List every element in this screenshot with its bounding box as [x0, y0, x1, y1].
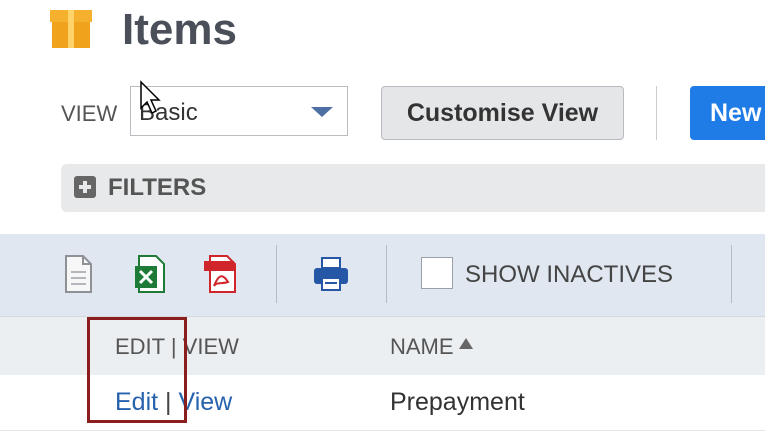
divider [731, 245, 732, 303]
plus-icon[interactable] [74, 176, 96, 198]
mouse-cursor-icon [140, 80, 161, 115]
chevron-down-icon [311, 107, 333, 117]
customise-view-button[interactable]: Customise View [381, 86, 624, 140]
divider [656, 86, 657, 140]
filters-label[interactable]: FILTERS [108, 174, 206, 202]
divider [386, 245, 387, 303]
view-label: VIEW [61, 101, 118, 126]
highlight-box [87, 317, 187, 423]
page-title: Items [122, 5, 237, 54]
item-name-cell: Prepayment [390, 388, 525, 416]
excel-icon[interactable] [131, 252, 171, 296]
column-header-name[interactable]: NAME [390, 334, 454, 360]
print-icon[interactable] [311, 252, 351, 296]
document-icon[interactable] [58, 252, 98, 296]
divider [276, 245, 277, 303]
pdf-icon[interactable] [202, 252, 242, 296]
sort-ascending-icon[interactable] [459, 338, 473, 349]
new-button[interactable]: New [690, 86, 765, 140]
show-inactives-checkbox[interactable] [421, 257, 453, 289]
box-icon [50, 10, 92, 48]
show-inactives-label[interactable]: SHOW INACTIVES [465, 261, 673, 289]
